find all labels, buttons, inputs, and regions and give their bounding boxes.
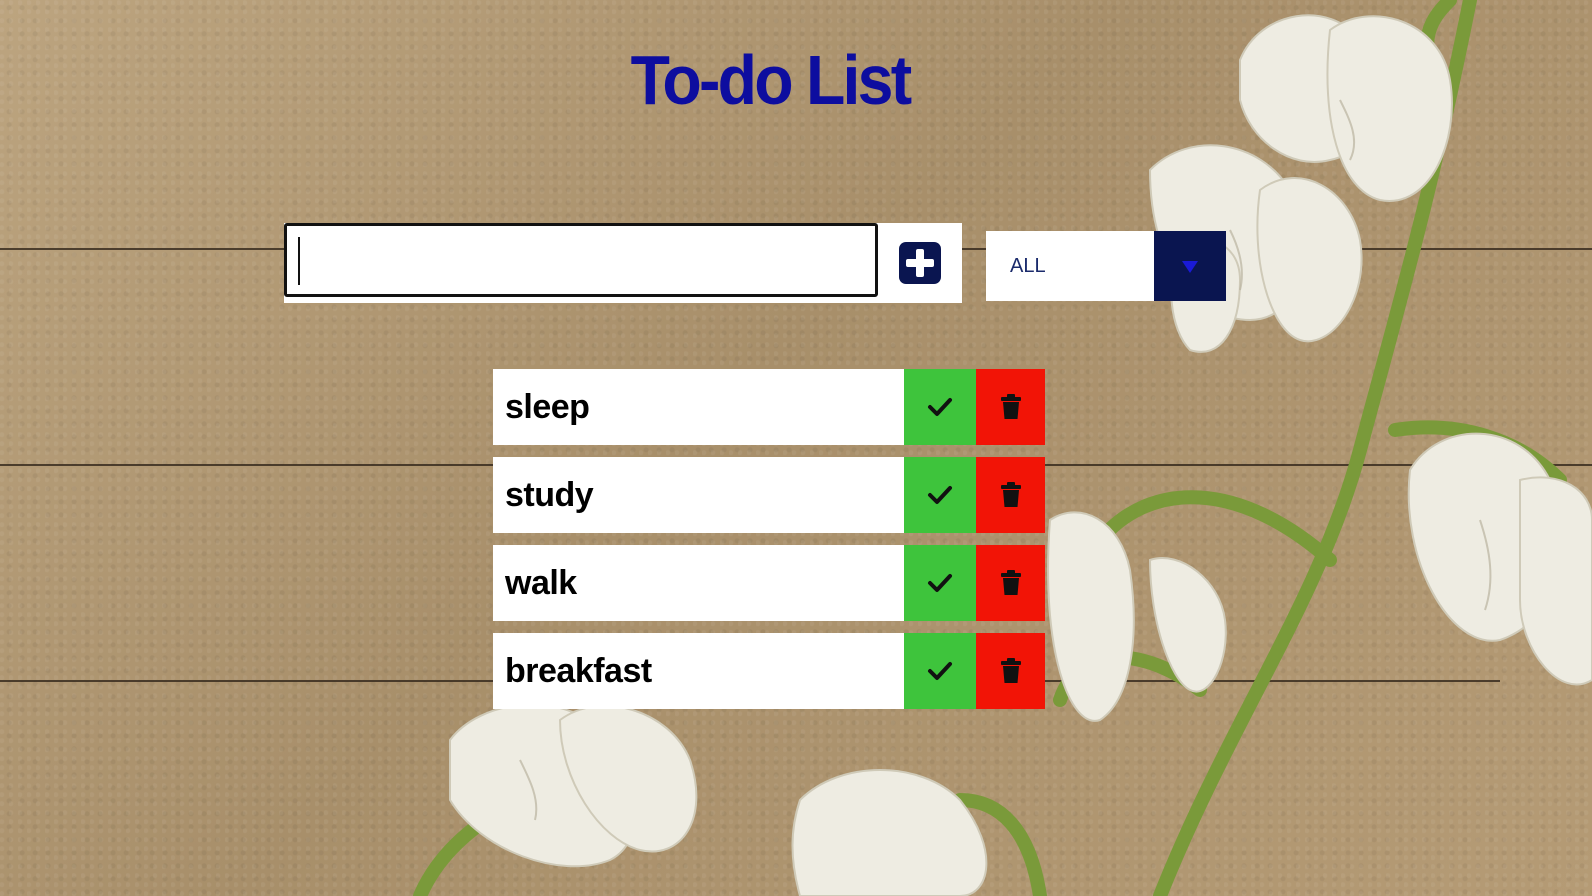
todo-item: sleep	[493, 369, 1045, 445]
complete-button[interactable]	[904, 633, 976, 709]
trash-icon	[1000, 570, 1021, 595]
todo-input-group	[284, 223, 962, 303]
page-title: To-do List	[630, 41, 913, 119]
todo-item: breakfast	[493, 633, 1045, 709]
complete-button[interactable]	[904, 369, 976, 445]
check-icon	[928, 662, 952, 680]
todo-input-wrapper	[284, 223, 878, 303]
todo-item-text: breakfast	[505, 651, 652, 690]
delete-button[interactable]	[976, 545, 1045, 621]
filter-dropdown-button[interactable]	[1154, 231, 1226, 301]
check-icon	[928, 398, 952, 416]
check-icon	[928, 574, 952, 592]
todo-item: study	[493, 457, 1045, 533]
trash-icon	[1000, 394, 1021, 419]
todo-item: walk	[493, 545, 1045, 621]
todo-input[interactable]	[284, 223, 878, 297]
caret-down-icon	[1182, 261, 1198, 273]
complete-button[interactable]	[904, 457, 976, 533]
text-cursor	[298, 237, 300, 285]
trash-icon	[1000, 658, 1021, 683]
plus-square-icon	[899, 242, 941, 284]
todo-item-text: walk	[505, 563, 577, 602]
filter-selected-value: ALL	[1010, 254, 1046, 277]
complete-button[interactable]	[904, 545, 976, 621]
delete-button[interactable]	[976, 633, 1045, 709]
todo-item-text: study	[505, 475, 594, 514]
trash-icon	[1000, 482, 1021, 507]
todo-item-text: sleep	[505, 387, 590, 426]
delete-button[interactable]	[976, 369, 1045, 445]
add-todo-button[interactable]	[878, 223, 962, 303]
delete-button[interactable]	[976, 457, 1045, 533]
check-icon	[928, 486, 952, 504]
todo-list: sleep study walk breakfast	[493, 369, 1045, 721]
filter-select[interactable]: ALL	[986, 231, 1226, 301]
